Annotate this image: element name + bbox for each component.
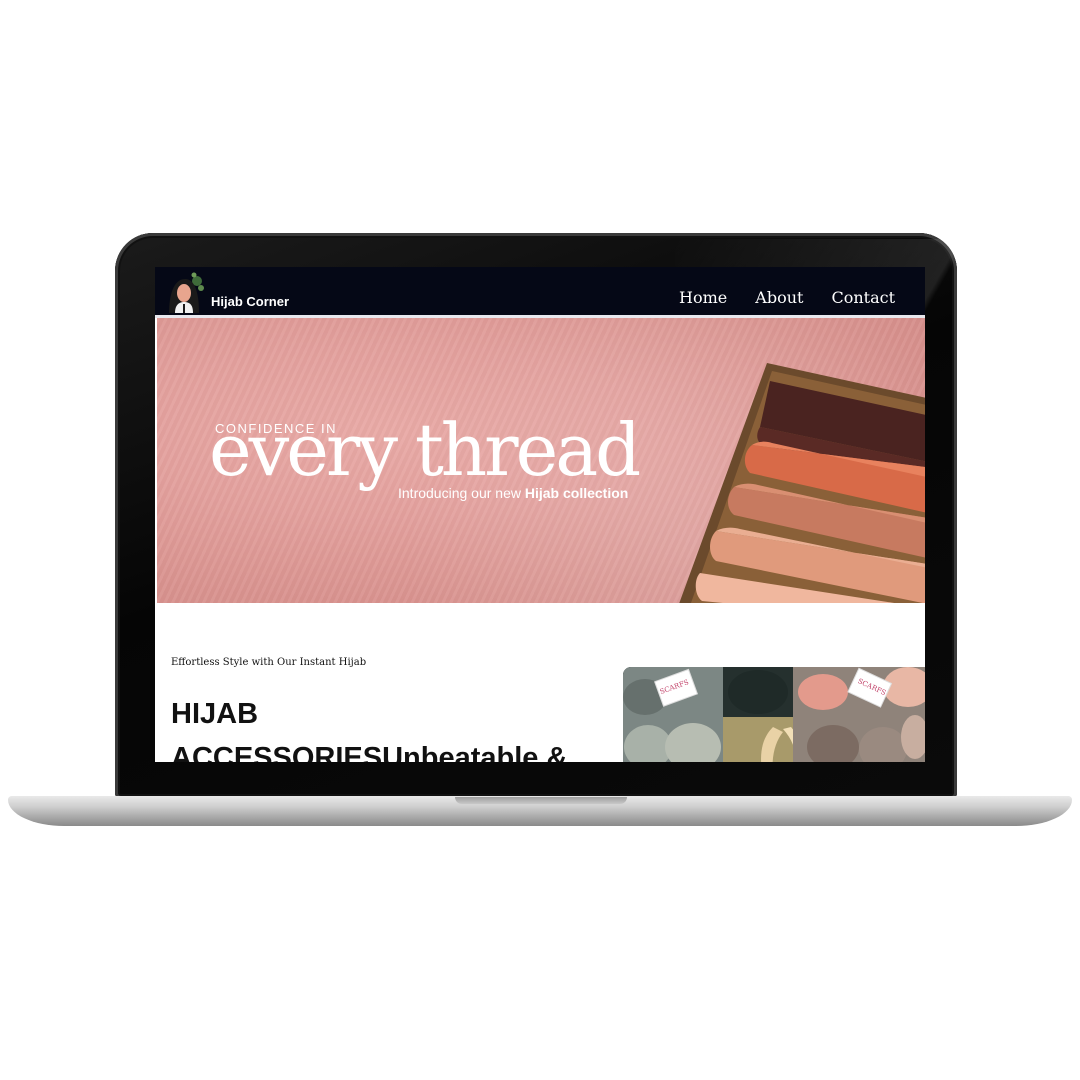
- section-heading: HIJAB ACCESSORIESUnbeatable &: [171, 698, 568, 762]
- hijab-woman-logo-icon: [163, 271, 207, 313]
- nav-contact-link[interactable]: Contact: [831, 288, 895, 307]
- hero-subtitle-prefix: Introducing our new: [398, 485, 525, 501]
- brand[interactable]: Hijab Corner: [163, 271, 289, 313]
- hero-subtitle: Introducing our new Hijab collection: [398, 485, 628, 501]
- section-tagline: Effortless Style with Our Instant Hijab: [171, 657, 367, 668]
- laptop-notch: [455, 797, 627, 804]
- hero-subtitle-bold: Hijab collection: [524, 485, 629, 501]
- website-screen: Hijab Corner Home About Contact CONFIDEN…: [155, 267, 925, 762]
- scarf-gift-box-image: SCARFS SCARFS: [623, 667, 925, 762]
- hero-banner[interactable]: CONFIDENCE IN every thread Introducing o…: [157, 318, 925, 603]
- folded-hijabs-box-image: [672, 363, 925, 603]
- hero-headline: every thread: [209, 408, 641, 492]
- navbar: Hijab Corner Home About Contact: [155, 267, 925, 318]
- nav-about-link[interactable]: About: [755, 288, 803, 307]
- brand-name: Hijab Corner: [211, 294, 290, 309]
- nav-links: Home About Contact: [679, 288, 895, 307]
- nav-home-link[interactable]: Home: [679, 288, 727, 307]
